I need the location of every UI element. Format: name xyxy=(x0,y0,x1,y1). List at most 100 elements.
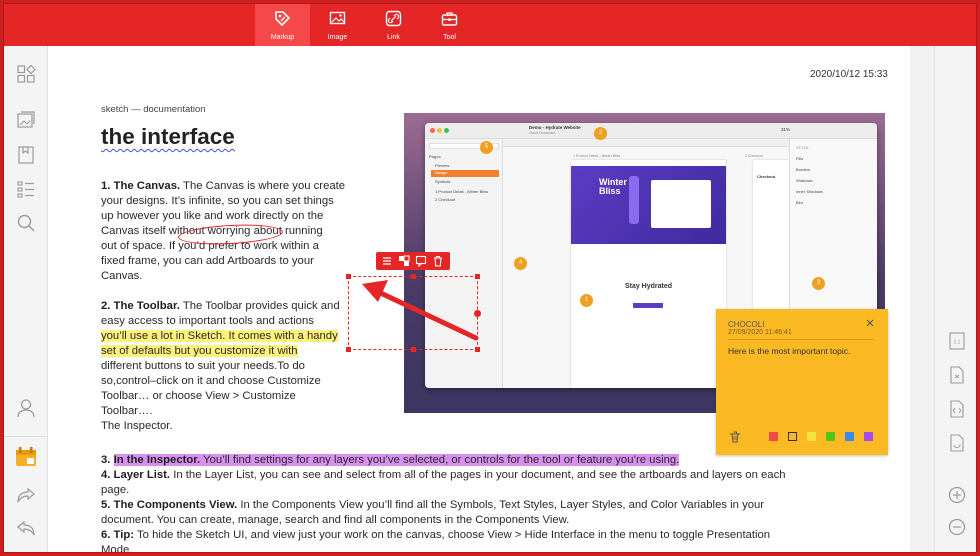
text-span: In the Layer List, you can see and selec… xyxy=(170,469,786,481)
share-icon[interactable] xyxy=(16,485,36,505)
inspector-item: Fills xyxy=(796,156,804,161)
paragraph-heading: 5. The Components View. xyxy=(101,499,238,511)
page-item-active: Design xyxy=(431,170,499,177)
page-title: the interface xyxy=(101,124,235,150)
text-span: up however you like and work directly on… xyxy=(101,210,324,222)
user-icon[interactable] xyxy=(16,398,36,418)
bottle-image xyxy=(629,176,639,224)
gallery-icon[interactable] xyxy=(16,110,36,130)
text-span: To hide the Sketch UI, and view just you… xyxy=(134,529,771,541)
inspector-item: Inner Shadows xyxy=(796,189,823,194)
paragraph-heading: 6. Tip: xyxy=(101,529,135,541)
annotation-toolbar xyxy=(376,252,450,270)
inspector-item: STYLE xyxy=(796,145,809,150)
color-swatch-purple[interactable] xyxy=(864,432,873,441)
page-item: Preview xyxy=(435,163,450,168)
app-window: Markup Image Link Tool 1:1 2020/10/12 15… xyxy=(3,3,977,553)
close-dot-icon xyxy=(430,128,435,133)
calendar-folder-icon[interactable] xyxy=(15,446,37,468)
bookmark-icon[interactable] xyxy=(16,145,36,165)
top-ruler xyxy=(503,139,789,147)
rotate-page-icon[interactable] xyxy=(948,434,966,452)
color-swatch-green[interactable] xyxy=(826,432,835,441)
reply-icon[interactable] xyxy=(16,518,36,538)
zoom-level: 31% xyxy=(781,127,791,132)
outline-list-icon[interactable] xyxy=(16,179,36,199)
sticky-note[interactable]: CHOCOLI 27/09/2020 11:46:41 Here is the … xyxy=(716,309,888,455)
layout-grid-icon[interactable] xyxy=(16,64,36,84)
link-icon xyxy=(385,10,402,27)
product-card xyxy=(651,180,711,228)
tab-image[interactable]: Image xyxy=(310,4,365,46)
text-span: page. xyxy=(101,484,130,496)
trash-icon[interactable] xyxy=(728,429,742,443)
sidebar-divider xyxy=(4,436,48,437)
pages-label: Pages xyxy=(429,154,441,159)
style-icon[interactable] xyxy=(398,255,410,267)
tab-tool[interactable]: Tool xyxy=(422,4,477,46)
color-swatch-yellow[interactable] xyxy=(807,432,816,441)
text-span: You’ll find settings for any layers you’… xyxy=(200,454,680,466)
artboard-product: Winter Bliss Stay Hydrated xyxy=(571,160,726,388)
tab-label: Tool xyxy=(443,34,456,41)
paragraph-number: 3. xyxy=(101,454,114,466)
color-swatch-orange[interactable] xyxy=(788,432,797,441)
text-span: Canvas. xyxy=(101,270,143,282)
artboard-label: 2 Checkout xyxy=(745,154,763,158)
tab-link[interactable]: Link xyxy=(366,4,421,46)
section-title: Stay Hydrated xyxy=(624,283,673,290)
comment-icon[interactable] xyxy=(415,255,427,267)
text-span: In the Components View you’ll find all t… xyxy=(237,499,765,511)
app-title: Demo - Hydrate Website xyxy=(529,125,581,130)
paragraph-heading: 2. The Toolbar. xyxy=(101,300,180,312)
zoom-in-icon[interactable] xyxy=(948,486,966,504)
trash-icon[interactable] xyxy=(432,255,444,267)
code-page-icon[interactable] xyxy=(948,400,966,418)
highlight-annotation[interactable]: you’ll use a lot in Sketch. It comes wit… xyxy=(101,330,338,342)
note-body[interactable]: Here is the most important topic. xyxy=(728,346,850,356)
paragraph-toolbar: 2. The Toolbar. The Toolbar provides qui… xyxy=(101,299,386,434)
ratio-page-icon[interactable]: 1:1 xyxy=(948,332,966,350)
inspector-item: Blur xyxy=(796,200,804,205)
paragraph-inspector: 3. In the Inspector. You’ll find setting… xyxy=(101,453,891,553)
zoom-out-icon[interactable] xyxy=(948,518,966,536)
tab-label: Link xyxy=(387,34,400,41)
menu-icon[interactable] xyxy=(381,255,393,267)
text-span: fixed frame, you can add Artboards to yo… xyxy=(101,255,314,267)
cta-button xyxy=(633,303,663,308)
arrow-annotation[interactable] xyxy=(348,272,488,352)
callout-badge: 4 xyxy=(514,257,527,270)
top-toolbar: Markup Image Link Tool xyxy=(4,4,976,46)
minimize-dot-icon xyxy=(437,128,442,133)
highlight-annotation[interactable]: set of defaults but you customize it wit… xyxy=(101,345,298,357)
tab-label: Markup xyxy=(270,34,295,41)
hero-text: Winter Bliss xyxy=(599,177,627,196)
fit-page-icon[interactable] xyxy=(948,366,966,384)
text-span: your designs. It’s infinite, so you can … xyxy=(101,195,334,207)
text-span: easy access to important tools and actio… xyxy=(101,315,314,327)
markup-tag-icon xyxy=(275,11,291,27)
toolbox-icon xyxy=(441,12,458,26)
text-span: document. You can create, manage, search… xyxy=(101,514,570,526)
color-swatch-red[interactable] xyxy=(769,432,778,441)
callout-badge: 2 xyxy=(594,127,607,140)
text-span: different buttons to suit your needs.To … xyxy=(101,360,305,372)
tab-markup[interactable]: Markup xyxy=(255,4,310,46)
text-span: Mode. xyxy=(101,544,133,553)
highlight-annotation[interactable]: In the Inspector. You’ll find settings f… xyxy=(113,454,680,466)
left-sidebar xyxy=(4,46,48,552)
paragraph-heading: In the Inspector. xyxy=(113,454,201,466)
breadcrumb: sketch — documentation xyxy=(101,104,206,115)
callout-badge: 1 xyxy=(580,294,593,307)
text-span: Toolbar…. xyxy=(101,405,153,417)
close-icon[interactable] xyxy=(865,318,875,328)
artboard-label: 1 Product Detail – Winter Bliss xyxy=(573,154,621,158)
document-datetime: 2020/10/12 15:33 xyxy=(810,69,888,80)
note-date: 27/09/2020 11:46:41 xyxy=(728,329,792,336)
maximize-dot-icon xyxy=(444,128,449,133)
color-swatch-blue[interactable] xyxy=(845,432,854,441)
search-icon[interactable] xyxy=(16,213,36,233)
paragraph-heading: 1. The Canvas. xyxy=(101,180,181,192)
checkout-title: Checkout xyxy=(757,174,776,179)
right-sidebar: 1:1 xyxy=(934,46,976,552)
